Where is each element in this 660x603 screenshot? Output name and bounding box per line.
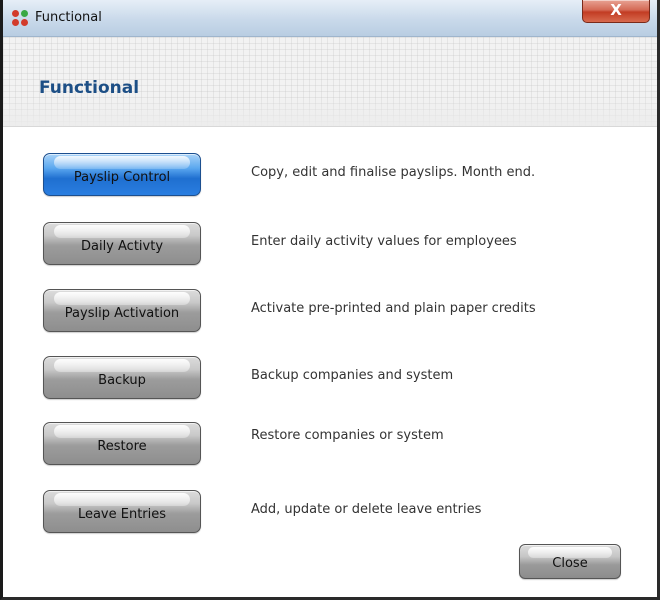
backup-label: Backup bbox=[98, 373, 146, 388]
app-grid-icon bbox=[12, 10, 28, 26]
leave-entries-button[interactable]: Leave Entries bbox=[43, 490, 201, 533]
daily-activity-button[interactable]: Daily Activty bbox=[43, 222, 201, 265]
close-glyph: X bbox=[610, 1, 622, 19]
payslip-control-button[interactable]: Payslip Control bbox=[43, 153, 201, 196]
close-button-label: Close bbox=[552, 556, 588, 571]
backup-button[interactable]: Backup bbox=[43, 356, 201, 399]
restore-label: Restore bbox=[97, 439, 147, 454]
daily-activity-description: Enter daily activity values for employee… bbox=[251, 234, 517, 249]
leave-entries-description: Add, update or delete leave entries bbox=[251, 502, 482, 517]
close-icon[interactable]: X bbox=[582, 0, 650, 23]
row-restore: Restore Restore companies or system bbox=[3, 422, 657, 472]
title-bar[interactable]: Functional X bbox=[3, 0, 657, 37]
payslip-activation-description: Activate pre-printed and plain paper cre… bbox=[251, 301, 536, 316]
row-payslip-activation: Payslip Activation Activate pre-printed … bbox=[3, 289, 657, 339]
close-button[interactable]: Close bbox=[519, 544, 621, 579]
backup-description: Backup companies and system bbox=[251, 368, 454, 383]
payslip-control-label: Payslip Control bbox=[73, 170, 171, 185]
row-backup: Backup Backup companies and system bbox=[3, 356, 657, 406]
restore-description: Restore companies or system bbox=[251, 428, 444, 443]
row-payslip-control: Payslip Control Copy, edit and finalise … bbox=[3, 153, 657, 203]
row-leave-entries: Leave Entries Add, update or delete leav… bbox=[3, 490, 657, 540]
restore-button[interactable]: Restore bbox=[43, 422, 201, 465]
row-daily-activity: Daily Activty Enter daily activity value… bbox=[3, 222, 657, 272]
daily-activity-label: Daily Activty bbox=[80, 239, 164, 254]
functional-window: Functional X Functional Payslip Control … bbox=[0, 0, 660, 600]
page-title: Functional bbox=[39, 78, 140, 98]
window-title: Functional bbox=[35, 10, 102, 25]
payslip-activation-button[interactable]: Payslip Activation bbox=[43, 289, 201, 332]
payslip-activation-label: Payslip Activation bbox=[64, 306, 180, 321]
leave-entries-label: Leave Entries bbox=[77, 507, 167, 522]
payslip-control-description: Copy, edit and finalise payslips. Month … bbox=[251, 165, 536, 180]
